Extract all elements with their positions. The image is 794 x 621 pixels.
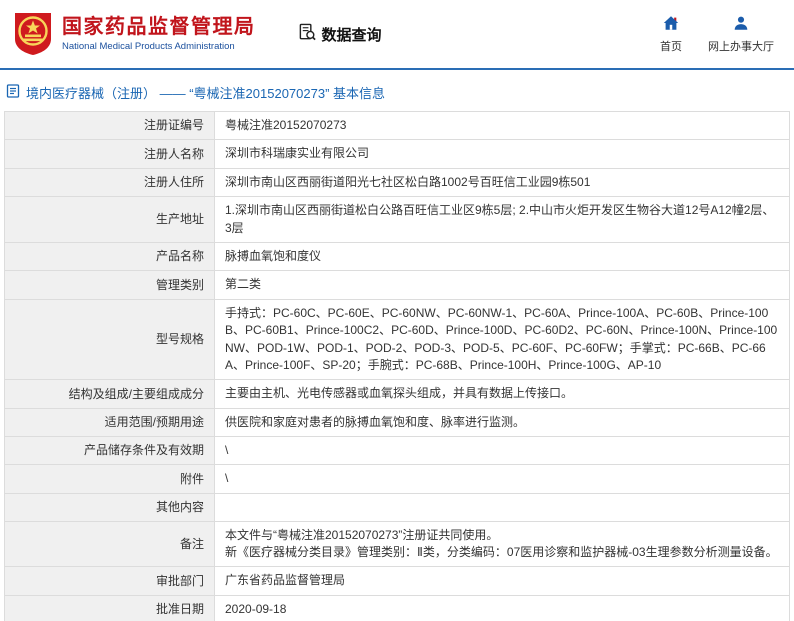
field-label: 产品储存条件及有效期 <box>5 437 215 465</box>
table-row: 产品储存条件及有效期\ <box>5 437 790 465</box>
data-query-heading: 数据查询 <box>298 23 382 46</box>
field-value: 手持式：PC-60C、PC-60E、PC-60NW、PC-60NW-1、PC-6… <box>215 299 790 380</box>
table-row: 产品名称脉搏血氧饱和度仪 <box>5 242 790 270</box>
field-value: 1.深圳市南山区西丽街道松白公路百旺信工业区9栋5层; 2.中山市火炬开发区生物… <box>215 197 790 243</box>
org-name-en: National Medical Products Administration <box>62 41 256 52</box>
table-row: 备注本文件与“粤械注准20152070273”注册证共同使用。 新《医疗器械分类… <box>5 521 790 567</box>
org-name-cn: 国家药品监督管理局 <box>62 16 256 39</box>
table-row: 批准日期2020-09-18 <box>5 595 790 621</box>
site-header: 国家药品监督管理局 National Medical Products Admi… <box>0 0 794 68</box>
field-label: 批准日期 <box>5 595 215 621</box>
table-row: 适用范围/预期用途供医院和家庭对患者的脉搏血氧饱和度、脉率进行监测。 <box>5 408 790 436</box>
table-row: 注册人住所深圳市南山区西丽街道阳光七社区松白路1002号百旺信工业园9栋501 <box>5 168 790 196</box>
info-table-body: 注册证编号粤械注准20152070273注册人名称深圳市科瑞康实业有限公司注册人… <box>5 112 790 621</box>
data-query-icon <box>298 23 317 46</box>
field-label: 附件 <box>5 465 215 493</box>
national-emblem-logo <box>12 11 54 57</box>
nav-online-hall[interactable]: 网上办事大厅 <box>708 14 774 54</box>
table-row: 注册人名称深圳市科瑞康实业有限公司 <box>5 140 790 168</box>
field-value: 2020-09-18 <box>215 595 790 621</box>
field-label: 管理类别 <box>5 271 215 299</box>
field-value <box>215 493 790 521</box>
field-value: 第二类 <box>215 271 790 299</box>
field-label: 适用范围/预期用途 <box>5 408 215 436</box>
field-value: 本文件与“粤械注准20152070273”注册证共同使用。 新《医疗器械分类目录… <box>215 521 790 567</box>
table-row: 结构及组成/主要组成成分主要由主机、光电传感器或血氧探头组成，并具有数据上传接口… <box>5 380 790 408</box>
data-query-label: 数据查询 <box>322 24 382 45</box>
field-value: 供医院和家庭对患者的脉搏血氧饱和度、脉率进行监测。 <box>215 408 790 436</box>
table-row: 附件\ <box>5 465 790 493</box>
field-label: 备注 <box>5 521 215 567</box>
table-row: 注册证编号粤械注准20152070273 <box>5 112 790 140</box>
nav-home-label: 首页 <box>660 38 682 54</box>
field-value: 广东省药品监督管理局 <box>215 567 790 595</box>
field-label: 型号规格 <box>5 299 215 380</box>
field-value: \ <box>215 437 790 465</box>
field-value: 主要由主机、光电传感器或血氧探头组成，并具有数据上传接口。 <box>215 380 790 408</box>
nav-online-hall-label: 网上办事大厅 <box>708 38 774 54</box>
document-icon <box>6 84 20 101</box>
table-row: 生产地址1.深圳市南山区西丽街道松白公路百旺信工业区9栋5层; 2.中山市火炬开… <box>5 197 790 243</box>
field-value: 粤械注准20152070273 <box>215 112 790 140</box>
breadcrumb: 境内医疗器械（注册） —— “粤械注准20152070273” 基本信息 <box>0 70 794 111</box>
table-row: 型号规格手持式：PC-60C、PC-60E、PC-60NW、PC-60NW-1、… <box>5 299 790 380</box>
brand: 国家药品监督管理局 National Medical Products Admi… <box>12 11 256 57</box>
table-row: 审批部门广东省药品监督管理局 <box>5 567 790 595</box>
field-value: \ <box>215 465 790 493</box>
field-label: 生产地址 <box>5 197 215 243</box>
field-value: 脉搏血氧饱和度仪 <box>215 242 790 270</box>
field-label: 注册人名称 <box>5 140 215 168</box>
field-label: 其他内容 <box>5 493 215 521</box>
table-row: 管理类别第二类 <box>5 271 790 299</box>
breadcrumb-text: 境内医疗器械（注册） —— “粤械注准20152070273” 基本信息 <box>26 83 385 102</box>
info-table: 注册证编号粤械注准20152070273注册人名称深圳市科瑞康实业有限公司注册人… <box>4 111 790 621</box>
top-nav: 首页 网上办事大厅 <box>660 14 780 54</box>
brand-text: 国家药品监督管理局 National Medical Products Admi… <box>62 16 256 52</box>
field-value: 深圳市南山区西丽街道阳光七社区松白路1002号百旺信工业园9栋501 <box>215 168 790 196</box>
field-value: 深圳市科瑞康实业有限公司 <box>215 140 790 168</box>
user-icon <box>732 14 750 35</box>
nav-home[interactable]: 首页 <box>660 14 682 54</box>
field-label: 结构及组成/主要组成成分 <box>5 380 215 408</box>
table-row: 其他内容 <box>5 493 790 521</box>
page: 国家药品监督管理局 National Medical Products Admi… <box>0 0 794 621</box>
field-label: 审批部门 <box>5 567 215 595</box>
home-icon <box>662 14 680 35</box>
field-label: 产品名称 <box>5 242 215 270</box>
field-label: 注册人住所 <box>5 168 215 196</box>
field-label: 注册证编号 <box>5 112 215 140</box>
